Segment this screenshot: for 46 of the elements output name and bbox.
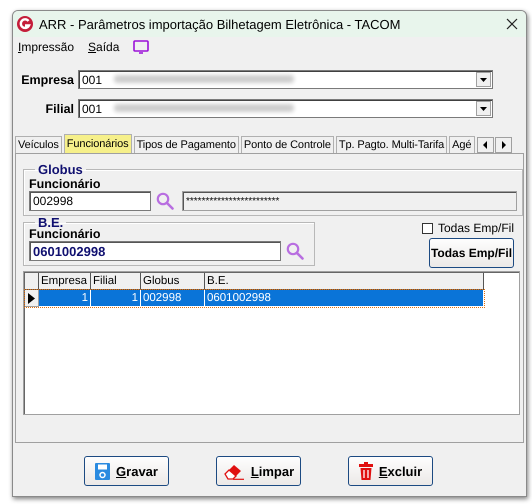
column-header[interactable]: B.E. xyxy=(205,273,484,290)
app-logo-icon xyxy=(17,16,33,32)
search-icon[interactable] xyxy=(156,192,174,210)
menu-item[interactable]: Saída xyxy=(88,40,120,54)
tab[interactable]: Tipos de Pagamento xyxy=(134,136,239,153)
input-field[interactable]: 002998 xyxy=(29,191,151,211)
checkbox[interactable] xyxy=(422,222,433,234)
grid-corner-cell xyxy=(25,273,39,290)
checkbox-label: Todas Emp/Fil xyxy=(438,221,514,235)
scroll-right-icon[interactable] xyxy=(495,137,512,153)
scroll-left-icon[interactable] xyxy=(477,137,494,153)
table-cell[interactable]: 1 xyxy=(91,290,141,307)
field-label: Filial xyxy=(44,102,74,116)
clear-button[interactable]: Limpar xyxy=(216,456,301,486)
table-cell[interactable]: 0601002998 xyxy=(205,290,484,307)
row-selector[interactable] xyxy=(25,290,39,307)
tab[interactable]: Ponto de Controle xyxy=(240,136,334,153)
combo-box[interactable]: 001 xyxy=(78,99,493,118)
combo-box[interactable]: 001 xyxy=(78,70,493,89)
save-button[interactable]: Gravar xyxy=(84,456,169,486)
field-label: Empresa xyxy=(20,72,74,86)
name-field: ************************ xyxy=(182,191,517,211)
tab[interactable]: Agé xyxy=(449,136,476,153)
tab[interactable]: Veículos xyxy=(15,136,62,153)
all-companies-button[interactable]: Todas Emp/Fil xyxy=(429,238,514,268)
window-title: ARR - Parâmetros importação Bilhetagem Eletrônica - TACOM xyxy=(39,16,402,32)
field-label: Funcionário xyxy=(29,227,102,241)
field-label: Funcionário xyxy=(29,177,102,191)
group-title: Globus xyxy=(37,162,84,177)
column-header[interactable]: Filial xyxy=(91,273,141,290)
trash-icon xyxy=(358,462,373,480)
close-icon[interactable] xyxy=(506,18,518,30)
monitor-icon[interactable] xyxy=(133,40,150,54)
table-cell[interactable]: 1 xyxy=(39,290,91,307)
delete-button[interactable]: Excluir xyxy=(348,456,433,486)
column-header[interactable]: Globus xyxy=(141,273,205,290)
eraser-icon xyxy=(222,462,245,480)
search-icon[interactable] xyxy=(286,242,304,260)
input-field[interactable]: 0601002998 xyxy=(29,241,281,261)
tab[interactable]: Funcionários xyxy=(64,134,132,153)
menu-item[interactable]: Impressão xyxy=(18,40,74,54)
tab[interactable]: Tp. Pagto. Multi-Tarifa xyxy=(336,136,448,153)
row-pointer-icon xyxy=(28,292,35,304)
table-cell[interactable]: 002998 xyxy=(141,290,205,307)
column-header[interactable]: Empresa xyxy=(39,273,91,290)
group-title: B.E. xyxy=(38,215,64,230)
